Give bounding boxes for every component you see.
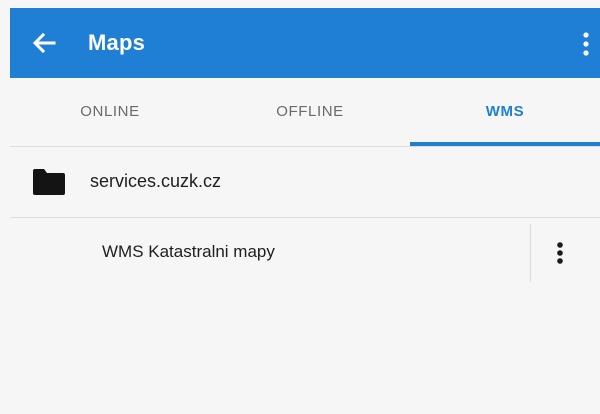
list-item: WMS Katastralni mapy <box>10 218 600 288</box>
wms-service-item[interactable]: WMS Katastralni mapy <box>10 218 530 288</box>
back-button[interactable] <box>28 27 60 59</box>
folder-row[interactable]: services.cuzk.cz <box>10 147 600 218</box>
app-bar: Maps <box>10 8 600 78</box>
arrow-left-icon <box>28 27 60 59</box>
selected-tab-indicator <box>410 142 600 146</box>
page-title: Maps <box>88 30 146 55</box>
divider <box>530 224 531 282</box>
list-item-label: WMS Katastralni mapy <box>102 242 275 261</box>
folder-label: services.cuzk.cz <box>90 171 222 191</box>
item-menu-button[interactable] <box>548 238 572 268</box>
more-vertical-icon <box>548 242 572 272</box>
folder-icon <box>32 168 66 196</box>
overflow-menu-button[interactable] <box>576 29 596 59</box>
tab-online[interactable]: ONLINE <box>10 78 210 146</box>
more-vertical-icon <box>576 32 596 63</box>
tab-bar: ONLINE OFFLINE WMS <box>10 78 600 147</box>
tab-offline[interactable]: OFFLINE <box>210 78 410 146</box>
app-window: Maps ONLINE OFFLINE WMS services.cuzk.cz <box>10 8 600 414</box>
tab-wms[interactable]: WMS <box>410 78 600 146</box>
